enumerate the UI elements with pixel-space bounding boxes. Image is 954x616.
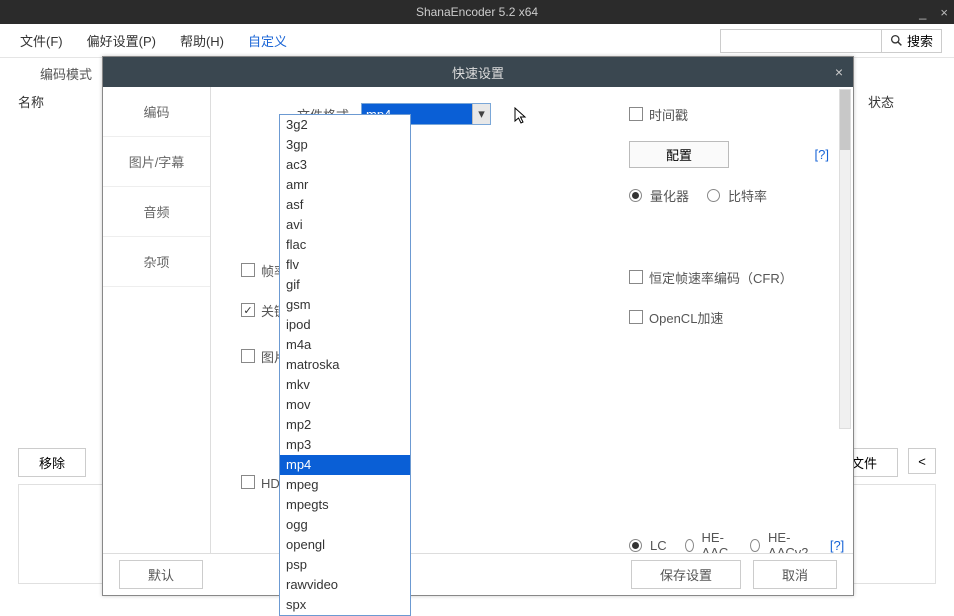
save-settings-button[interactable]: 保存设置 [631,560,741,589]
heaacv2-label: HE-AACv2 [768,530,812,553]
menubar: 文件(F) 偏好设置(P) 帮助(H) 自定义 搜索 [0,24,954,58]
dropdown-option-spx[interactable]: spx [280,595,410,615]
dialog-footer: 默认 保存设置 取消 [103,553,853,595]
dropdown-option-ogg[interactable]: ogg [280,515,410,535]
tab-pic-sub[interactable]: 图片/字幕 [103,137,210,187]
radio-icon [629,189,642,202]
window-titlebar: ShanaEncoder 5.2 x64 _ × [0,0,954,24]
dialog-titlebar: 快速设置 × [103,57,853,87]
heaac-radio[interactable]: HE-AAC [685,530,733,553]
keyframe-checkbox[interactable] [241,303,255,317]
dropdown-option-mov[interactable]: mov [280,395,410,415]
search-input[interactable] [721,30,881,52]
pic-size-checkbox[interactable] [241,349,255,363]
dropdown-option-opengl[interactable]: opengl [280,535,410,555]
cfr-label: 恒定帧速率编码（CFR） [649,268,793,287]
radio-icon [707,189,720,202]
back-button[interactable]: < [908,448,936,474]
dropdown-option-mpegts[interactable]: mpegts [280,495,410,515]
config-button[interactable]: 配置 [629,141,729,168]
radio-icon [629,539,642,552]
file-format-dropdown[interactable]: 3g23gpac3amrasfaviflacflvgifgsmipodm4ama… [279,114,411,616]
dropdown-option-matroska[interactable]: matroska [280,355,410,375]
dropdown-option-3gp[interactable]: 3gp [280,135,410,155]
menu-file[interactable]: 文件(F) [12,27,71,54]
help-link-2[interactable]: [?] [830,538,844,553]
menu-prefs[interactable]: 偏好设置(P) [79,27,164,54]
dialog-close-button[interactable]: × [835,64,843,80]
search-button[interactable]: 搜索 [881,30,941,52]
dropdown-option-rawvideo[interactable]: rawvideo [280,575,410,595]
tab-misc[interactable]: 杂项 [103,237,210,287]
bitrate-label: 比特率 [728,186,767,205]
heaac-label: HE-AAC [702,530,733,553]
dropdown-option-mkv[interactable]: mkv [280,375,410,395]
dropdown-option-gif[interactable]: gif [280,275,410,295]
fps-checkbox[interactable] [241,263,255,277]
search-icon [890,34,903,47]
dropdown-option-gsm[interactable]: gsm [280,295,410,315]
dropdown-option-asf[interactable]: asf [280,195,410,215]
radio-icon [750,539,760,552]
dropdown-option-avi[interactable]: avi [280,215,410,235]
status-column-label: 状态 [868,92,894,111]
dropdown-option-mp3[interactable]: mp3 [280,435,410,455]
minimize-button[interactable]: _ [919,5,926,20]
tab-encode[interactable]: 编码 [103,87,210,137]
dropdown-option-mpeg[interactable]: mpeg [280,475,410,495]
combo-dropdown-button[interactable]: ▾ [472,104,490,124]
timestamp-checkbox[interactable] [629,107,643,121]
search-button-label: 搜索 [907,31,933,50]
dropdown-option-mp2[interactable]: mp2 [280,415,410,435]
dialog-scrollbar[interactable] [839,89,851,429]
lc-radio[interactable]: LC [629,538,667,553]
dropdown-option-amr[interactable]: amr [280,175,410,195]
menu-custom[interactable]: 自定义 [240,27,295,54]
help-link-1[interactable]: [?] [815,147,829,162]
cfr-checkbox[interactable] [629,270,643,284]
radio-icon [685,539,694,552]
dialog-sidebar: 编码 图片/字幕 音频 杂项 [103,87,211,553]
hdr-checkbox[interactable] [241,475,255,489]
quantizer-radio[interactable]: 量化器 [629,186,689,205]
quick-settings-dialog: 快速设置 × 编码 图片/字幕 音频 杂项 文件格式 mp4 ▾ 编解码器 [102,56,854,596]
remove-button[interactable]: 移除 [18,448,86,477]
timestamp-label: 时间戳 [649,105,688,124]
dropdown-option-ac3[interactable]: ac3 [280,155,410,175]
chevron-down-icon: ▾ [478,106,485,122]
dropdown-option-m4a[interactable]: m4a [280,335,410,355]
encode-mode-label: 编码模式 [40,64,92,83]
search-box: 搜索 [720,29,942,53]
dialog-title: 快速设置 [452,63,504,82]
default-button[interactable]: 默认 [119,560,203,589]
dropdown-option-flac[interactable]: flac [280,235,410,255]
menu-help[interactable]: 帮助(H) [172,27,232,54]
opencl-label: OpenCL加速 [649,308,723,327]
quantizer-label: 量化器 [650,186,689,205]
lc-label: LC [650,538,667,553]
window-title: ShanaEncoder 5.2 x64 [416,5,538,19]
heaacv2-radio[interactable]: HE-AACv2 [750,530,811,553]
cancel-button[interactable]: 取消 [753,560,837,589]
dropdown-option-3g2[interactable]: 3g2 [280,115,410,135]
close-button[interactable]: × [940,5,948,20]
dropdown-option-mp4[interactable]: mp4 [280,455,410,475]
bitrate-radio[interactable]: 比特率 [707,186,767,205]
dropdown-option-flv[interactable]: flv [280,255,410,275]
dropdown-option-psp[interactable]: psp [280,555,410,575]
opencl-checkbox[interactable] [629,310,643,324]
dropdown-option-ipod[interactable]: ipod [280,315,410,335]
tab-audio[interactable]: 音频 [103,187,210,237]
scrollbar-thumb[interactable] [840,90,850,150]
